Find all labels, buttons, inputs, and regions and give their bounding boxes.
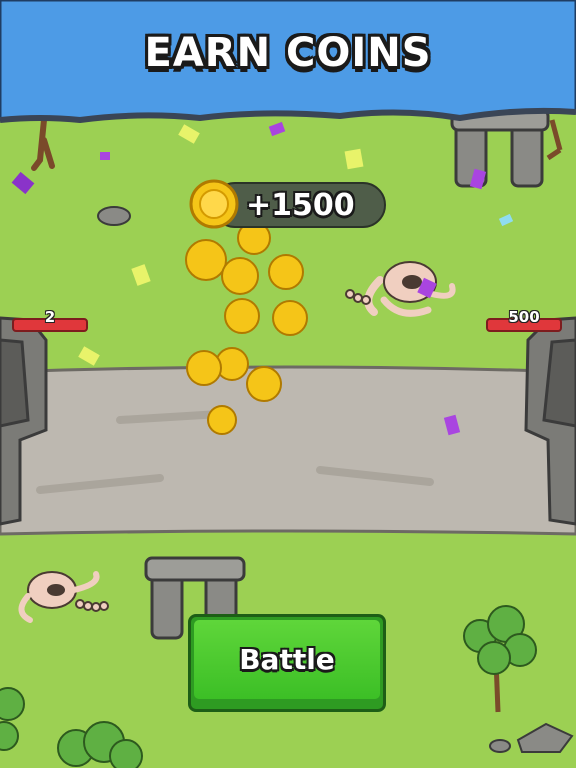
banner-title: EARN COINS: [144, 30, 432, 76]
battle-button[interactable]: Battle: [188, 614, 386, 712]
reward-amount: +1500: [246, 188, 355, 223]
title-banner: EARN COINS: [0, 0, 576, 130]
rock: [489, 739, 511, 753]
road: [0, 365, 576, 536]
health-value-right: 500: [508, 308, 540, 326]
rock: [97, 206, 131, 226]
coin-icon: [189, 179, 239, 229]
battle-button-label: Battle: [239, 643, 335, 676]
health-value-left: 2: [44, 308, 56, 326]
